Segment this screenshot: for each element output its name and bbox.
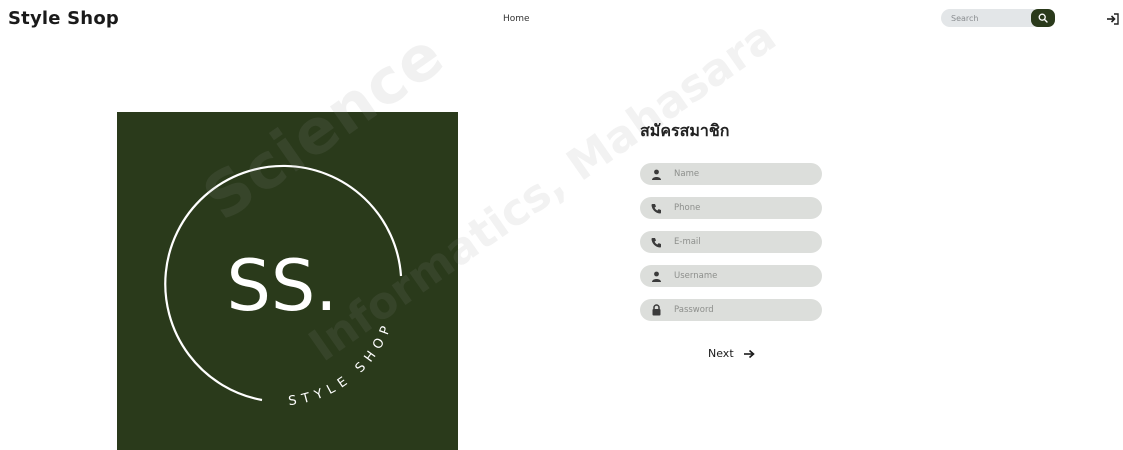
phone-field[interactable] xyxy=(640,197,822,219)
search-icon xyxy=(1038,13,1048,23)
next-button[interactable]: Next xyxy=(708,347,755,360)
email-input[interactable] xyxy=(672,236,816,248)
form-title: สมัครสมาชิก xyxy=(640,121,730,140)
lock-icon xyxy=(650,304,662,316)
style-shop-logo: SS. STYLE SHOP xyxy=(117,112,458,450)
search-bar xyxy=(941,9,1055,27)
search-input[interactable] xyxy=(941,9,1041,27)
brand-logo-text[interactable]: Style Shop xyxy=(8,8,119,29)
user-icon xyxy=(650,168,662,180)
name-field[interactable] xyxy=(640,163,822,185)
logo-ring-text: STYLE SHOP xyxy=(287,319,396,409)
logo-monogram: SS. xyxy=(226,245,337,327)
search-button[interactable] xyxy=(1031,9,1055,27)
next-label: Next xyxy=(708,347,734,360)
password-input[interactable] xyxy=(672,304,816,316)
phone-icon xyxy=(650,236,662,248)
phone-input[interactable] xyxy=(672,202,816,214)
arrow-right-icon xyxy=(743,349,755,358)
name-input[interactable] xyxy=(672,168,816,180)
password-field[interactable] xyxy=(640,299,822,321)
nav-link-home[interactable]: Home xyxy=(503,14,530,24)
username-input[interactable] xyxy=(672,270,816,282)
phone-icon xyxy=(650,202,662,214)
username-field[interactable] xyxy=(640,265,822,287)
email-field[interactable] xyxy=(640,231,822,253)
user-icon xyxy=(650,270,662,282)
login-icon[interactable] xyxy=(1106,11,1120,25)
